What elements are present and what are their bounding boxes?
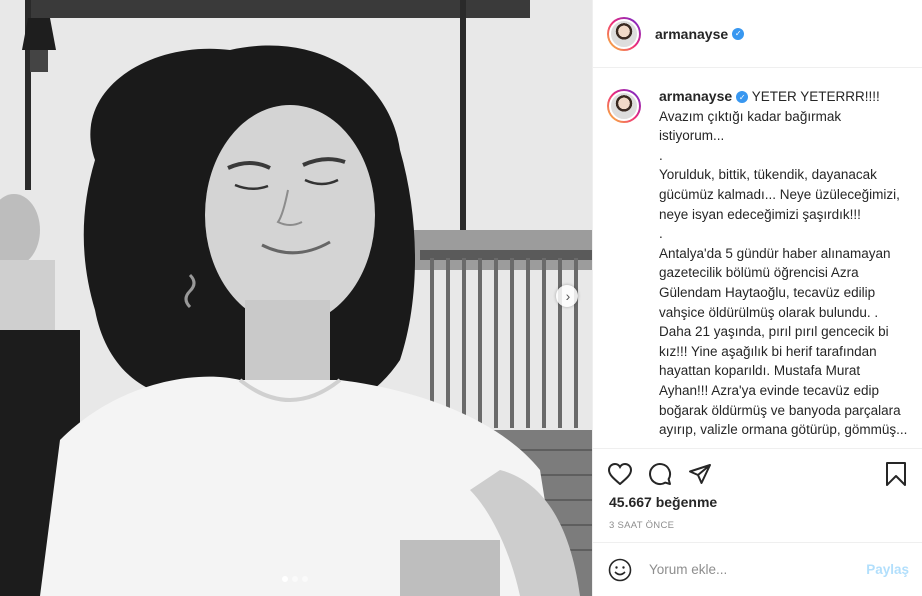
caption: armanayse ✓ YETER YETERRR!!!! Avazım çıkt… (607, 87, 909, 440)
add-comment-bar: Paylaş (593, 542, 922, 596)
post-photo[interactable]: › (0, 0, 592, 596)
post-timestamp[interactable]: 3 SAAT ÖNCE (609, 520, 674, 531)
verified-badge-icon: ✓ (732, 27, 745, 40)
caption-body: armanayse ✓ YETER YETERRR!!!! Avazım çıkt… (659, 87, 909, 440)
emoji-icon (608, 558, 632, 581)
comment-input[interactable] (649, 562, 867, 577)
comments-area[interactable]: armanayse ✓ YETER YETERRR!!!! Avazım çıkt… (593, 69, 922, 448)
action-bar (593, 448, 922, 498)
avatar[interactable] (607, 89, 641, 123)
verified-badge-icon: ✓ (736, 91, 749, 104)
like-button[interactable] (607, 461, 633, 487)
chevron-right-icon: › (565, 288, 571, 304)
heart-icon (608, 462, 632, 485)
author-username[interactable]: armanayse (655, 26, 728, 42)
share-icon (689, 463, 711, 484)
comment-button[interactable] (647, 461, 673, 487)
carousel-dot (292, 576, 298, 582)
caption-username[interactable]: armanayse (659, 88, 732, 104)
avatar[interactable] (607, 16, 641, 51)
comment-icon (649, 462, 672, 485)
carousel-next-button[interactable]: › (556, 285, 578, 307)
bookmark-icon (886, 461, 906, 486)
post-comment-button[interactable]: Paylaş (866, 562, 909, 577)
share-button[interactable] (687, 461, 713, 487)
carousel-indicator (282, 576, 308, 582)
post-sidebar: armanayse ✓ armanayse ✓ YETER YETERRR!!!!… (592, 0, 922, 596)
like-count[interactable]: 45.667 beğenme (609, 494, 717, 510)
save-button[interactable] (883, 461, 909, 487)
carousel-dot (282, 576, 288, 582)
carousel-dot (302, 576, 308, 582)
post-header: armanayse ✓ (593, 0, 922, 68)
emoji-button[interactable] (607, 557, 633, 583)
caption-text: YETER YETERRR!!!! Avazım çıktığı kadar b… (659, 89, 908, 438)
photo-image (0, 0, 592, 596)
